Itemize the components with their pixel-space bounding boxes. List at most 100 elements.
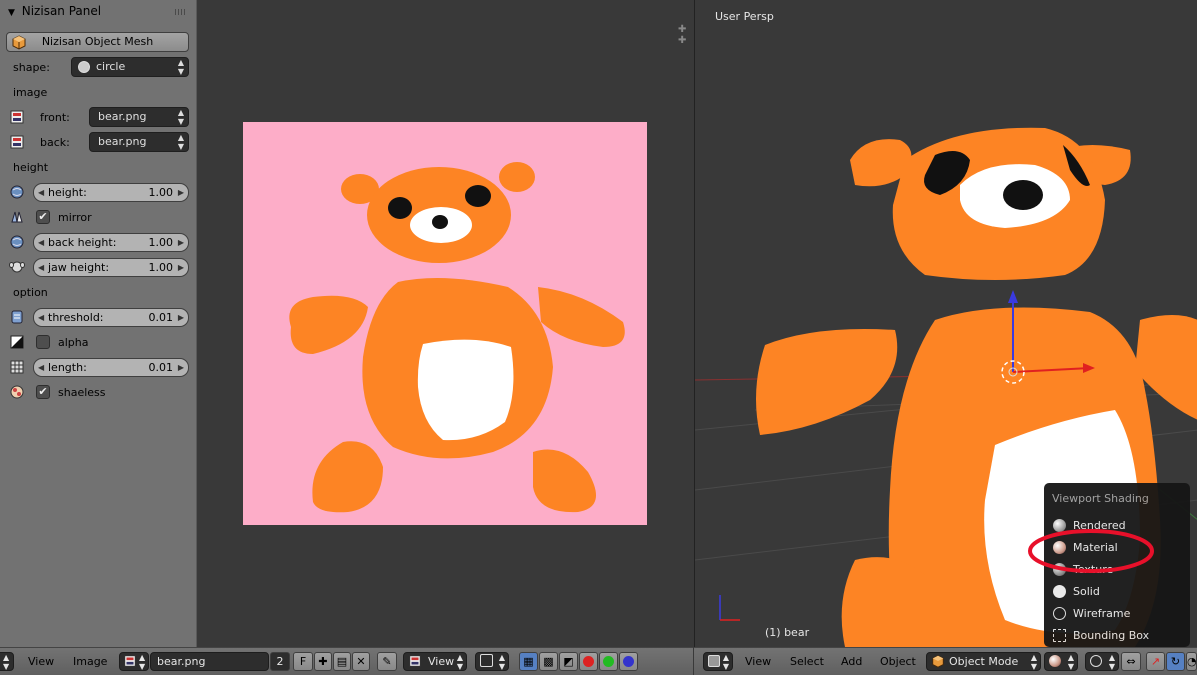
image-icon	[10, 135, 24, 149]
open-image-button[interactable]: ▤	[333, 652, 351, 671]
panel-header[interactable]: ▼ Nizisan Panel	[0, 0, 197, 24]
threshold-field[interactable]: ◀ threshold: 0.01 ▶	[33, 308, 189, 327]
back-height-field[interactable]: ◀ back height: 1.00 ▶	[33, 233, 189, 252]
mesh-button-label: Nizisan Object Mesh	[41, 35, 154, 48]
users-count-value: 2	[276, 655, 284, 668]
alpha-label: alpha	[58, 336, 89, 349]
height-field-value: 1.00	[148, 186, 174, 199]
pivot-point-dropdown[interactable]: ▲ ▼	[1085, 652, 1119, 671]
users-count[interactable]: 2	[270, 652, 290, 671]
shading-solid-label: Solid	[1073, 585, 1100, 598]
rotate-manipulator-button[interactable]: ↻	[1166, 652, 1185, 671]
display-channel-zbuffer-button[interactable]: ◩	[559, 652, 578, 671]
shading-bounding-box-item[interactable]: Bounding Box	[1052, 626, 1188, 646]
3d-view-icon	[708, 655, 720, 667]
view-mode-dropdown[interactable]: View ▲ ▼	[403, 652, 467, 671]
decrement-arrow-icon[interactable]: ◀	[38, 234, 44, 251]
browse-image-button[interactable]: ▲ ▼	[119, 652, 149, 671]
dropdown-arrows-icon: ▲ ▼	[177, 58, 184, 76]
display-channel-green-button[interactable]	[599, 652, 618, 671]
display-channel-alpha-button[interactable]: ▩	[539, 652, 558, 671]
shading-bounding-box-label: Bounding Box	[1073, 629, 1150, 642]
pin-button[interactable]: ✎	[377, 652, 397, 671]
front-image-dropdown[interactable]: bear.png ▲ ▼	[89, 107, 189, 127]
nizisan-object-mesh-button[interactable]: Nizisan Object Mesh	[6, 32, 189, 52]
shading-menu-title: Viewport Shading	[1052, 492, 1149, 505]
height-section-label: height	[13, 161, 49, 174]
back-image-dropdown[interactable]: bear.png ▲ ▼	[89, 132, 189, 152]
image-icon	[10, 110, 24, 124]
editor-type-dropdown[interactable]: ▲ ▼	[703, 652, 733, 671]
area-split-icon[interactable]: ✚ ✚	[678, 24, 693, 46]
unlink-image-button[interactable]: ✕	[352, 652, 370, 671]
active-object-label: (1) bear	[765, 626, 810, 639]
pivot-dropdown[interactable]: ▲ ▼	[475, 652, 509, 671]
annotation-highlight-ellipse	[1028, 529, 1154, 573]
back-height-field-name: back height:	[48, 236, 117, 249]
shape-dropdown[interactable]: circle ▲ ▼	[71, 57, 189, 77]
object-menu[interactable]: Object	[880, 655, 916, 668]
image-icon	[124, 655, 136, 667]
decrement-arrow-icon[interactable]: ◀	[38, 309, 44, 326]
uv-image-editor[interactable]: ✚ ✚	[198, 0, 693, 647]
display-channel-blue-button[interactable]	[619, 652, 638, 671]
translate-manipulator-button[interactable]: ↗	[1146, 652, 1165, 671]
shape-value: circle	[96, 60, 126, 73]
view-menu[interactable]: View	[28, 655, 54, 668]
translate-arrows-icon: ↗	[1150, 655, 1161, 668]
back-height-field-value: 1.00	[148, 236, 174, 249]
monkey-head-icon	[9, 261, 25, 273]
object-mode-dropdown[interactable]: Object Mode ▲ ▼	[926, 652, 1041, 671]
image-name-field[interactable]: bear.png	[150, 652, 269, 671]
increment-arrow-icon[interactable]: ▶	[178, 259, 184, 276]
fake-user-label: F	[299, 655, 307, 668]
display-channel-rgb-button[interactable]: ▦	[519, 652, 538, 671]
editor-type-dropdown[interactable]: ▲ ▼	[0, 652, 14, 671]
bear-image	[243, 122, 647, 525]
shading-wireframe-item[interactable]: Wireframe	[1052, 604, 1188, 624]
new-image-button[interactable]: ✚	[314, 652, 332, 671]
length-field-name: length:	[48, 361, 87, 374]
image-icon	[409, 655, 421, 667]
length-field[interactable]: ◀ length: 0.01 ▶	[33, 358, 189, 377]
display-channel-red-button[interactable]	[579, 652, 598, 671]
image-menu[interactable]: Image	[73, 655, 107, 668]
dropdown-arrows-icon: ▲ ▼	[139, 653, 146, 671]
decrement-arrow-icon[interactable]: ◀	[38, 359, 44, 376]
increment-arrow-icon[interactable]: ▶	[178, 359, 184, 376]
viewport-shading-dropdown[interactable]: ▲ ▼	[1044, 652, 1078, 671]
shaeless-checkbox[interactable]: ✔	[36, 385, 50, 399]
drag-grip-icon[interactable]	[175, 9, 187, 15]
decrement-arrow-icon[interactable]: ◀	[38, 259, 44, 276]
red-channel-icon	[583, 656, 594, 667]
fake-user-button[interactable]: F	[293, 652, 313, 671]
shading-solid-item[interactable]: Solid	[1052, 582, 1188, 602]
collapse-triangle-icon[interactable]: ▼	[8, 8, 15, 18]
object-cube-icon	[932, 655, 944, 668]
jaw-height-field-name: jaw height:	[48, 261, 110, 274]
select-menu[interactable]: Select	[790, 655, 824, 668]
material-ball-icon	[10, 385, 24, 399]
dropdown-arrows-icon: ▲ ▼	[1067, 653, 1074, 671]
increment-arrow-icon[interactable]: ▶	[178, 184, 184, 201]
manipulator-toggle-button[interactable]: ⇔	[1121, 652, 1141, 671]
manipulator-icon: ⇔	[1126, 655, 1136, 668]
image-name-value: bear.png	[157, 655, 206, 668]
scale-manipulator-button[interactable]: ◔	[1186, 652, 1197, 671]
dropdown-arrows-icon: ▲ ▼	[456, 653, 463, 671]
increment-arrow-icon[interactable]: ▶	[178, 234, 184, 251]
increment-arrow-icon[interactable]: ▶	[178, 309, 184, 326]
height-field[interactable]: ◀ height: 1.00 ▶	[33, 183, 189, 202]
add-menu[interactable]: Add	[841, 655, 862, 668]
plus-icon: ✚	[318, 655, 328, 668]
decrement-arrow-icon[interactable]: ◀	[38, 184, 44, 201]
threshold-field-name: threshold:	[48, 311, 104, 324]
view-mode-value: View	[428, 655, 455, 668]
view-menu[interactable]: View	[745, 655, 771, 668]
viewport-title: User Persp	[715, 10, 774, 23]
green-channel-icon	[603, 656, 614, 667]
alpha-checkbox[interactable]	[36, 335, 50, 349]
jaw-height-field[interactable]: ◀ jaw height: 1.00 ▶	[33, 258, 189, 277]
solid-sphere-icon	[1053, 585, 1066, 598]
mirror-checkbox[interactable]: ✔	[36, 210, 50, 224]
